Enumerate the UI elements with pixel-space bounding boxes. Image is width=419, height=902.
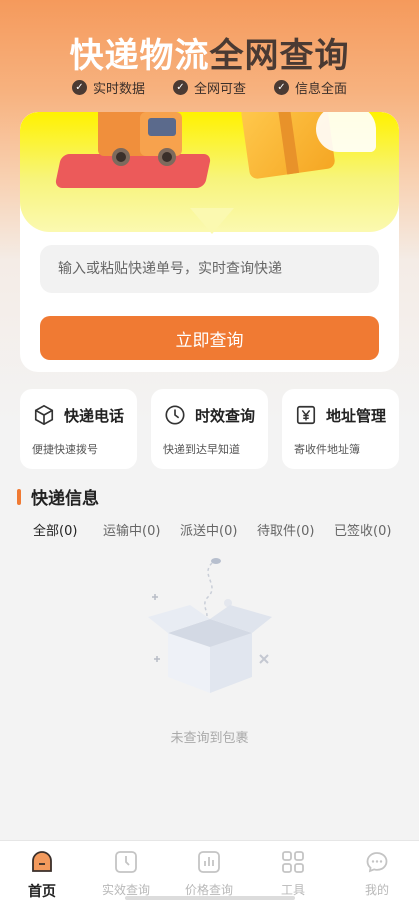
clock-icon bbox=[163, 403, 187, 427]
banner-notch bbox=[190, 208, 234, 234]
tab-delivering[interactable]: 派送中(0) bbox=[180, 520, 237, 539]
title-light: 快递物流 bbox=[69, 36, 210, 76]
check-icon: ✓ bbox=[71, 80, 87, 95]
section-header: 快递信息 bbox=[17, 484, 99, 509]
tab-in-transit[interactable]: 运输中(0) bbox=[103, 520, 160, 539]
feature-item: ✓ 全网可查 bbox=[172, 78, 246, 97]
phone-platform-graphic bbox=[54, 154, 212, 188]
tab-all[interactable]: 全部(0) bbox=[33, 520, 77, 539]
feature-list: ✓ 实时数据 ✓ 全网可查 ✓ 信息全面 bbox=[0, 78, 419, 97]
clock-icon bbox=[84, 849, 168, 875]
nav-mine[interactable]: 我的 bbox=[335, 849, 419, 898]
status-tabs: 全部(0) 运输中(0) 派送中(0) 待取件(0) 已签收(0) bbox=[0, 520, 419, 542]
home-icon bbox=[0, 849, 84, 875]
quick-action-subtitle: 寄收件地址簿 bbox=[294, 443, 360, 456]
tracking-number-input[interactable] bbox=[40, 245, 379, 293]
section-accent-bar bbox=[17, 488, 21, 505]
tab-signed[interactable]: 已签收(0) bbox=[334, 520, 391, 539]
feature-label: 全网可查 bbox=[193, 82, 246, 97]
box-icon bbox=[32, 403, 56, 427]
quick-action-address[interactable]: 地址管理 寄收件地址簿 bbox=[282, 389, 399, 469]
nav-home[interactable]: 首页 bbox=[0, 849, 84, 901]
nav-price[interactable]: 价格查询 bbox=[167, 849, 251, 898]
yen-icon bbox=[294, 403, 318, 427]
tab-awaiting-pickup[interactable]: 待取件(0) bbox=[257, 520, 314, 539]
title-dark: 全网查询 bbox=[209, 36, 350, 76]
chart-icon bbox=[167, 849, 251, 875]
section-title: 快递信息 bbox=[31, 489, 99, 509]
quick-action-title: 快递电话 bbox=[64, 406, 125, 425]
feature-item: ✓ 信息全面 bbox=[274, 78, 347, 97]
quick-action-subtitle: 便捷快速拨号 bbox=[32, 443, 98, 456]
nav-timeliness[interactable]: 实效查询 bbox=[84, 849, 168, 898]
empty-state-text: 未查询到包裹 bbox=[170, 731, 249, 746]
nav-label: 首页 bbox=[28, 884, 56, 900]
quick-action-title: 时效查询 bbox=[195, 406, 256, 425]
wheel-graphic bbox=[158, 148, 176, 166]
feature-label: 信息全面 bbox=[295, 82, 348, 97]
quick-action-subtitle: 快递到达早知道 bbox=[163, 443, 240, 456]
quick-action-title: 地址管理 bbox=[326, 406, 387, 425]
wheel-graphic bbox=[112, 148, 130, 166]
page-title: 快递物流全网查询 bbox=[0, 28, 419, 77]
check-icon: ✓ bbox=[274, 80, 289, 95]
feature-label: 实时数据 bbox=[92, 82, 145, 97]
bottom-navigation: 首页 实效查询 价格查询 工具 我的 bbox=[0, 840, 419, 902]
home-indicator bbox=[125, 896, 295, 900]
search-card: 立即查询 bbox=[20, 112, 399, 372]
feature-item: ✓ 实时数据 bbox=[71, 78, 145, 97]
nav-tools[interactable]: 工具 bbox=[251, 849, 335, 898]
nav-label: 我的 bbox=[364, 883, 389, 897]
quick-action-express-phone[interactable]: 快递电话 便捷快速拨号 bbox=[20, 389, 137, 469]
query-now-button[interactable]: 立即查询 bbox=[40, 316, 379, 360]
wing-graphic bbox=[316, 112, 376, 152]
grid-icon bbox=[251, 849, 335, 875]
check-icon: ✓ bbox=[172, 80, 188, 95]
truck-window-graphic bbox=[148, 118, 176, 136]
quick-action-timeliness[interactable]: 时效查询 快递到达早知道 bbox=[151, 389, 268, 469]
empty-box-illustration bbox=[140, 555, 280, 700]
chat-icon bbox=[335, 849, 419, 875]
